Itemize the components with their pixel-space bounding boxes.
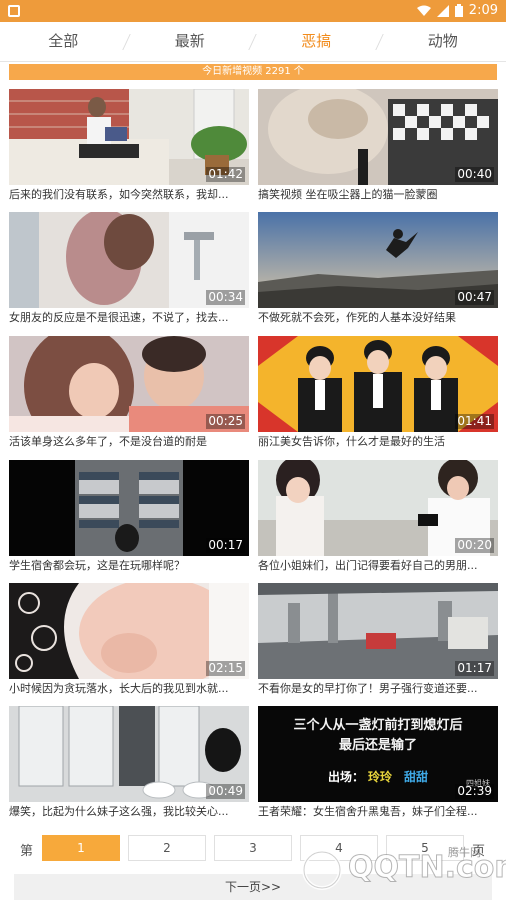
pagination-prefix: 第	[20, 844, 34, 859]
tab-prank[interactable]: 恶搞	[253, 22, 380, 61]
guest-label: 出场：	[328, 770, 365, 784]
video-thumbnail: 00:49	[9, 706, 249, 802]
video-duration: 02:39	[455, 784, 494, 799]
status-time: 2:09	[468, 3, 498, 18]
page-button-2[interactable]: 2	[128, 835, 206, 861]
system-icons: 2:09	[416, 3, 498, 18]
video-card[interactable]: 00:47 不做死就不会死，作死的人基本没好结果	[258, 212, 498, 330]
video-title: 不做死就不会死，作死的人基本没好结果	[258, 311, 456, 324]
video-duration: 00:17	[206, 538, 245, 553]
video-title: 小时候因为贪玩落水，长大后的我见到水就...	[9, 682, 229, 695]
video-card[interactable]: 三个人从一盏灯前打到熄灯后 最后还是输了 出场： 玲玲 甜甜 四姐妹 02:39…	[258, 706, 498, 824]
video-card[interactable]: 01:17 不看你是女的早打你了！男子强行变道还要...	[258, 583, 498, 701]
video-duration: 00:40	[455, 167, 494, 182]
wifi-icon	[416, 5, 431, 16]
video-duration: 00:47	[455, 290, 494, 305]
video-duration: 00:25	[206, 414, 245, 429]
thumbnail-guests: 出场： 玲玲 甜甜	[328, 768, 428, 785]
tab-latest[interactable]: 最新	[127, 22, 254, 61]
video-card[interactable]: 00:40 搞笑视频 坐在吸尘器上的猫一脸蒙圈	[258, 89, 498, 207]
video-thumbnail: 01:42	[9, 89, 249, 185]
video-thumbnail: 00:25	[9, 336, 249, 432]
video-title: 学生宿舍都会玩，这是在玩哪样呢？	[9, 559, 185, 572]
video-title: 后来的我们没有联系，如今突然联系，我却...	[9, 188, 229, 201]
video-thumbnail: 01:17	[258, 583, 498, 679]
video-thumbnail: 02:15	[9, 583, 249, 679]
video-title: 王者荣耀：女生宿舍升黑鬼吾，妹子们全程...	[258, 805, 478, 818]
tab-animals[interactable]: 动物	[380, 22, 506, 61]
video-duration: 01:17	[455, 661, 494, 676]
guest-name: 甜甜	[404, 770, 429, 784]
video-title: 活该单身这么多年了，不是没台道的耐是	[9, 435, 207, 448]
status-bar: 2:09	[0, 0, 506, 22]
video-card[interactable]: 00:34 女朋友的反应是不是很迅速，不说了，找去...	[9, 212, 249, 330]
thumbnail-title-line-1: 三个人从一盏灯前打到熄灯后	[293, 718, 463, 733]
video-thumbnail: 01:41	[258, 336, 498, 432]
video-duration: 00:34	[206, 290, 245, 305]
video-thumbnail: 00:20	[258, 460, 498, 556]
page-button-5[interactable]: 5	[386, 835, 464, 861]
video-thumbnail: 00:34	[9, 212, 249, 308]
video-title: 各位小姐妹们，出门记得要看好自己的男朋...	[258, 559, 478, 572]
video-card[interactable]: 00:17 学生宿舍都会玩，这是在玩哪样呢？	[9, 460, 249, 578]
video-card[interactable]: 00:25 活该单身这么多年了，不是没台道的耐是	[9, 336, 249, 454]
video-thumbnail: 00:40	[258, 89, 498, 185]
video-duration: 01:42	[206, 167, 245, 182]
video-title: 爆笑，比起为什么妹子这么强，我比较关心...	[9, 805, 229, 818]
page-button-1[interactable]: 1	[42, 835, 120, 861]
thumbnail-title-line-2: 最后还是输了	[338, 738, 417, 753]
video-duration: 00:49	[206, 784, 245, 799]
video-duration: 00:20	[455, 538, 494, 553]
app-icon	[8, 5, 20, 17]
page-button-4[interactable]: 4	[300, 835, 378, 861]
video-card[interactable]: 00:20 各位小姐妹们，出门记得要看好自己的男朋...	[258, 460, 498, 578]
video-card[interactable]: 01:41 丽江美女告诉你，什么才是最好的生活	[258, 336, 498, 454]
video-title: 搞笑视频 坐在吸尘器上的猫一脸蒙圈	[258, 188, 438, 201]
pagination-suffix: 页	[472, 844, 486, 859]
pagination: 第 1 2 3 4 5 页	[0, 832, 506, 864]
video-duration: 02:15	[206, 661, 245, 676]
new-videos-banner: 今日新增视频 2291 个	[9, 64, 497, 80]
video-card[interactable]: 02:15 小时候因为贪玩落水，长大后的我见到水就...	[9, 583, 249, 701]
battery-icon	[454, 4, 463, 17]
video-title: 丽江美女告诉你，什么才是最好的生活	[258, 435, 445, 448]
tab-all[interactable]: 全部	[0, 22, 127, 61]
video-card[interactable]: 00:49 爆笑，比起为什么妹子这么强，我比较关心...	[9, 706, 249, 824]
page-button-3[interactable]: 3	[214, 835, 292, 861]
next-page-button[interactable]: 下一页>>	[14, 874, 492, 900]
guest-name: 玲玲	[368, 770, 393, 784]
category-tabs: 全部 最新 恶搞 动物	[0, 22, 506, 62]
video-title: 女朋友的反应是不是很迅速，不说了，找去...	[9, 311, 229, 324]
video-card[interactable]: 01:42 后来的我们没有联系，如今突然联系，我却...	[9, 89, 249, 207]
signal-icon	[436, 4, 449, 17]
video-title: 不看你是女的早打你了！男子强行变道还要...	[258, 682, 478, 695]
video-duration: 01:41	[455, 414, 494, 429]
video-thumbnail: 00:17	[9, 460, 249, 556]
video-thumbnail: 00:47	[258, 212, 498, 308]
video-thumbnail: 三个人从一盏灯前打到熄灯后 最后还是输了 出场： 玲玲 甜甜 四姐妹 02:39	[258, 706, 498, 802]
